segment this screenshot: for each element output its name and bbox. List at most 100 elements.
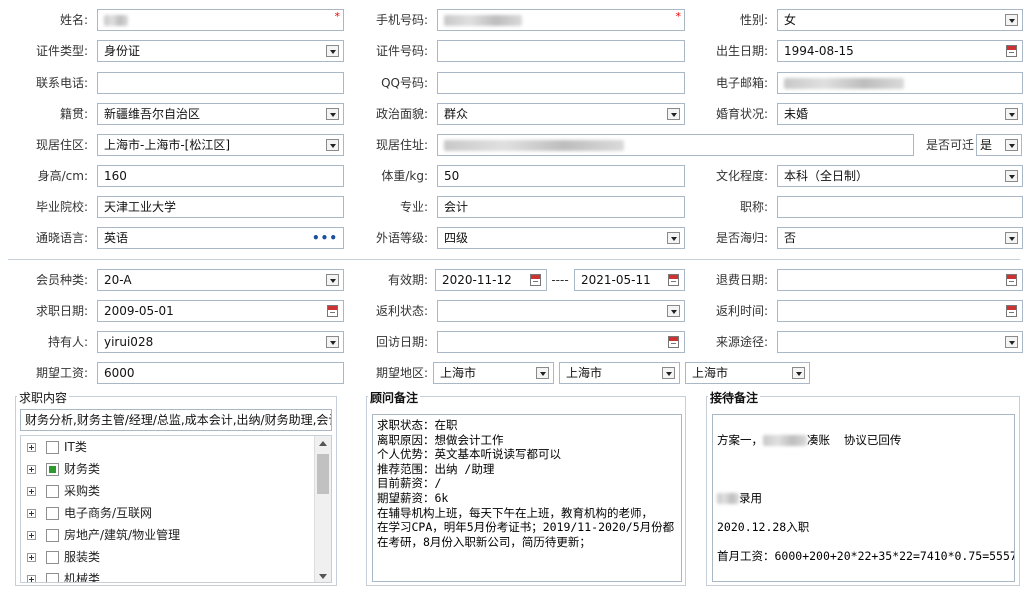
calendar-icon[interactable] [1006,305,1017,317]
salary-field[interactable]: 6000 [97,362,344,384]
calendar-icon[interactable] [530,274,541,286]
section-divider [8,259,1020,260]
chevron-down-icon[interactable] [1005,232,1018,244]
qq-field[interactable] [437,72,685,94]
height-field[interactable]: 160 [97,165,344,187]
chevron-down-icon[interactable] [667,108,680,120]
native-select[interactable]: 新疆维吾尔自治区 [97,103,344,125]
tree-item-it[interactable]: IT类 [27,436,87,458]
chevron-down-icon[interactable] [326,274,339,286]
chevron-down-icon[interactable] [667,305,680,317]
chevron-down-icon[interactable] [667,232,680,244]
scroll-down-arrow[interactable] [319,574,327,579]
idtype-select[interactable]: 身份证 [97,40,344,62]
calendar-icon[interactable] [668,336,679,348]
checkbox[interactable] [46,485,59,498]
region-province-select[interactable]: 上海市 [433,362,554,384]
expand-icon[interactable] [27,509,36,518]
chevron-down-icon[interactable] [662,367,675,379]
job-date-field[interactable]: 2009-05-01 [97,300,344,322]
tel-field[interactable] [97,72,344,94]
school-field[interactable]: 天津工业大学 [97,196,344,218]
checkbox[interactable] [46,529,59,542]
address-field[interactable] [437,134,914,156]
calendar-icon[interactable] [327,305,338,317]
salary-value: 6000 [104,366,135,380]
expand-icon[interactable] [27,575,36,582]
email-field[interactable] [777,72,1023,94]
chevron-down-icon[interactable] [1005,170,1018,182]
chevron-down-icon[interactable] [1005,108,1018,120]
region-district-select[interactable]: 上海市 [685,362,810,384]
gender-select[interactable]: 女 [777,9,1023,31]
expand-icon[interactable] [27,443,36,452]
weight-field[interactable]: 50 [437,165,685,187]
checkbox[interactable] [46,441,59,454]
reception-notes-textarea[interactable]: 方案一， 凑账 协议已回传 录用 2020.12.28入职 首月工资：6000+2… [712,414,1015,582]
chevron-down-icon[interactable] [1005,139,1018,151]
valid-from-field[interactable]: 2020-11-12 [435,269,547,291]
tree-scrollbar[interactable] [314,436,331,582]
relocate-select[interactable]: 是 [976,134,1022,156]
tree-item-finance[interactable]: 财务类 [27,458,100,480]
tree-item-realestate[interactable]: 房地产/建筑/物业管理 [27,524,180,546]
major-field[interactable]: 会计 [437,196,685,218]
rebate-status-select[interactable] [437,300,685,322]
chevron-down-icon[interactable] [1005,336,1018,348]
idno-field[interactable] [437,40,685,62]
chevron-down-icon[interactable] [326,45,339,57]
language-field[interactable]: 英语 ••• [97,227,344,249]
checkbox[interactable] [46,573,59,582]
checkbox[interactable] [46,507,59,520]
visit-date-field[interactable] [437,331,685,353]
tree-item-purchase[interactable]: 采购类 [27,480,100,502]
advisor-notes-textarea[interactable]: 求职状态：在职 离职原因：想做会计工作 个人优势：英文基本听说读写都可以 推荐范… [372,414,682,582]
calendar-icon[interactable] [668,274,679,286]
job-tree[interactable]: IT类 财务类 采购类 电子商务/互联网 房地产/建筑/物业管理 服装类 机械类 [20,435,332,583]
expand-icon[interactable] [27,465,36,474]
name-field[interactable]: * [97,9,344,31]
residence-select[interactable]: 上海市-上海市-[松江区] [97,134,344,156]
rebate-time-field[interactable] [777,300,1023,322]
chevron-down-icon[interactable] [1005,14,1018,26]
refund-date-field[interactable] [777,269,1023,291]
valid-to-field[interactable]: 2021-05-11 [574,269,685,291]
more-icon[interactable]: ••• [312,228,338,248]
tree-item-apparel[interactable]: 服装类 [27,546,100,568]
scroll-up-arrow[interactable] [319,441,327,446]
idno-label: 证件号码: [375,44,428,58]
chevron-down-icon[interactable] [326,336,339,348]
lang-level-select[interactable]: 四级 [437,227,685,249]
scroll-thumb[interactable] [317,454,329,494]
chevron-down-icon[interactable] [326,139,339,151]
lang-level-value: 四级 [444,231,469,245]
political-select[interactable]: 群众 [437,103,685,125]
expand-icon[interactable] [27,553,36,562]
checkbox-checked[interactable] [46,463,59,476]
holder-select[interactable]: yirui028 [97,331,344,353]
member-type-label: 会员种类: [35,273,88,287]
visit-label: 回访日期: [375,335,428,349]
chevron-down-icon[interactable] [536,367,549,379]
chevron-down-icon[interactable] [792,367,805,379]
source-select[interactable] [777,331,1023,353]
region-city-select[interactable]: 上海市 [559,362,680,384]
title-field[interactable] [777,196,1023,218]
checkbox[interactable] [46,551,59,564]
expand-icon[interactable] [27,487,36,496]
tree-item-machinery[interactable]: 机械类 [27,568,100,582]
expand-icon[interactable] [27,531,36,540]
gender-value: 女 [784,13,797,27]
birth-date-field[interactable]: 1994-08-15 [777,40,1023,62]
member-type-select[interactable]: 20-A [97,269,344,291]
tree-item-ecommerce[interactable]: 电子商务/互联网 [27,502,152,524]
calendar-icon[interactable] [1006,274,1017,286]
marital-select[interactable]: 未婚 [777,103,1023,125]
calendar-icon[interactable] [1006,45,1017,57]
education-select[interactable]: 本科（全日制） [777,165,1023,187]
name-label: 姓名: [59,13,88,27]
overseas-select[interactable]: 否 [777,227,1023,249]
phone-field[interactable]: * [437,9,685,31]
chevron-down-icon[interactable] [326,108,339,120]
job-content-summary[interactable]: 财务分析,财务主管/经理/总监,成本会计,出纳/财务助理,会计 [20,409,332,431]
